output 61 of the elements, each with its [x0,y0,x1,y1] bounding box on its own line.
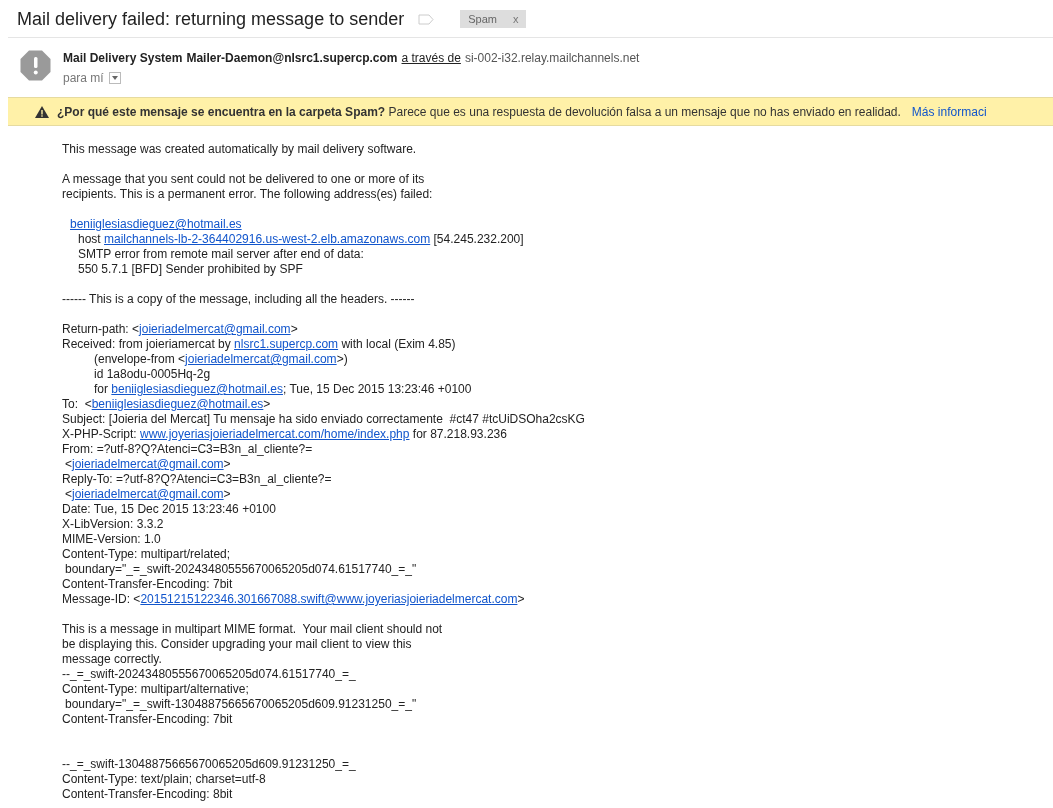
email-link[interactable]: joieriadelmercat@gmail.com [185,352,337,366]
body-line: Message-ID: <20151215122346.301667088.swift@www.joyeriasjoieriadelmercat.com> [62,592,526,607]
body-line: --_=_swift-13048875665670065205d609.91231250_=_ [62,757,357,772]
body-line: <joieriadelmercat@gmail.com> [64,487,232,502]
body-line: (envelope-from <joieriadelmercat@gmail.com>) [93,352,349,367]
body-line: A message that you sent could not be delivered to one or more of its [62,172,426,187]
email-link[interactable]: beniiglesiasdieguez@hotmail.es [91,397,264,411]
body-line: be displaying this. Consider upgrading your mail client to view this [62,637,413,652]
body-line: --_=_swift-20243480555670065205d074.61517740_=_ [62,667,357,682]
email-link[interactable]: joieriadelmercat@gmail.com [72,487,224,501]
body-line: id 1a8odu-0005Hq-2g [93,367,212,382]
body-line: boundary="_=_swift-13048875665670065205d609.91231250_=_" [64,697,418,712]
email-link[interactable]: beniiglesiasdieguez@hotmail.es [111,382,283,396]
body-line: Date: Tue, 15 Dec 2015 13:23:46 +0100 [62,502,277,517]
email-link[interactable]: joieriadelmercat@gmail.com [139,322,291,336]
body-line: X-PHP-Script: www.joyeriasjoieriadelmercat.com/home/index.php for 87.218.93.236 [62,427,508,442]
email-link[interactable]: nlsrc1.supercp.com [234,337,339,351]
sender-name: Mail Delivery System [63,51,183,65]
body-line: <joieriadelmercat@gmail.com> [64,457,232,472]
body-line: recipients. This is a permanent error. The following address(es) failed: [62,187,434,202]
email-link[interactable]: 20151215122346.301667088.swift@www.joyeriasjoieriadelmercat.com [140,592,518,606]
label-text: Spam [468,13,497,25]
body-line: Reply-To: =?utf-8?Q?Atenci=C3=B3n_al_cliente?= [62,472,333,487]
email-link[interactable]: joieriadelmercat@gmail.com [72,457,224,471]
body-line: message correctly. [62,652,163,667]
email-link[interactable]: beniiglesiasdieguez@hotmail.es [70,217,242,231]
via-link[interactable]: a través de [401,51,461,65]
body-line: boundary="_=_swift-20243480555670065205d074.61517740_=_" [64,562,418,577]
remove-label-button[interactable]: x [512,13,519,25]
email-link[interactable]: mailchannels-lb-2-364402916.us-west-2.elb.amazonaws.com [104,232,431,246]
body-line: Return-path: <joieriadelmercat@gmail.com> [62,322,299,337]
body-line: 550 5.7.1 [BFD] Sender prohibited by SPF [77,262,304,277]
alert-avatar-icon [20,50,51,81]
sender-address: Mailer-Daemon@nlsrc1.supercp.com [186,51,398,65]
body-line: This is a message in multipart MIME format. Your mail client should not [62,622,444,637]
body-line: SMTP error from remote mail server after end of data: [77,247,365,262]
relay-host: si-002-i32.relay.mailchannels.net [464,51,640,65]
warning-icon [35,105,49,118]
body-line: Content-Transfer-Encoding: 7bit [62,577,234,592]
body-line: Content-Transfer-Encoding: 8bit [62,787,234,802]
body-line: Received: from joieriamercat by nlsrc1.supercp.com with local (Exim 4.85) [62,337,457,352]
caret-icon [111,76,118,80]
body-line: This message was created automatically by mail delivery software. [62,142,418,157]
body-line: From: =?utf-8?Q?Atenci=C3=B3n_al_cliente?= [62,442,314,457]
body-line: Subject: [Joieria del Mercat] Tu mensaje ha sido enviado correctamente #ct47 #tcUiDSOha2csKG [62,412,586,427]
body-line: Content-Type: multipart/alternative; [62,682,250,697]
body-line: for beniiglesiasdieguez@hotmail.es; Tue, 15 Dec 2015 13:23:46 +0100 [93,382,473,397]
body-line: Content-Transfer-Encoding: 7bit [62,712,234,727]
body-line: Content-Type: text/plain; charset=utf-8 [62,772,267,787]
more-info-link[interactable]: Más informaci [911,104,987,119]
spam-explanation: ¿Por qué este mensaje se encuentra en la carpeta Spam? Parece que es una respuesta de devolución falsa a un mensaje que no has enviado en realidad. [57,104,901,119]
body-line: host mailchannels-lb-2-364402916.us-west-2.elb.amazonaws.com [54.245.232.200] [77,232,525,247]
recipient-label: para mí [63,71,104,85]
body-line: Content-Type: multipart/related; [62,547,232,562]
body-line: To: <beniiglesiasdieguez@hotmail.es> [62,397,272,412]
body-line: MIME-Version: 1.0 [62,532,162,547]
details-dropdown-button[interactable] [108,72,121,84]
email-link[interactable]: www.joyeriasjoieriadelmercat.com/home/index.php [140,427,410,441]
body-line: X-LibVersion: 3.3.2 [62,517,165,532]
email-subject: Mail delivery failed: returning message to sender [17,8,405,30]
body-line: ------ This is a copy of the message, including all the headers. ------ [62,292,416,307]
